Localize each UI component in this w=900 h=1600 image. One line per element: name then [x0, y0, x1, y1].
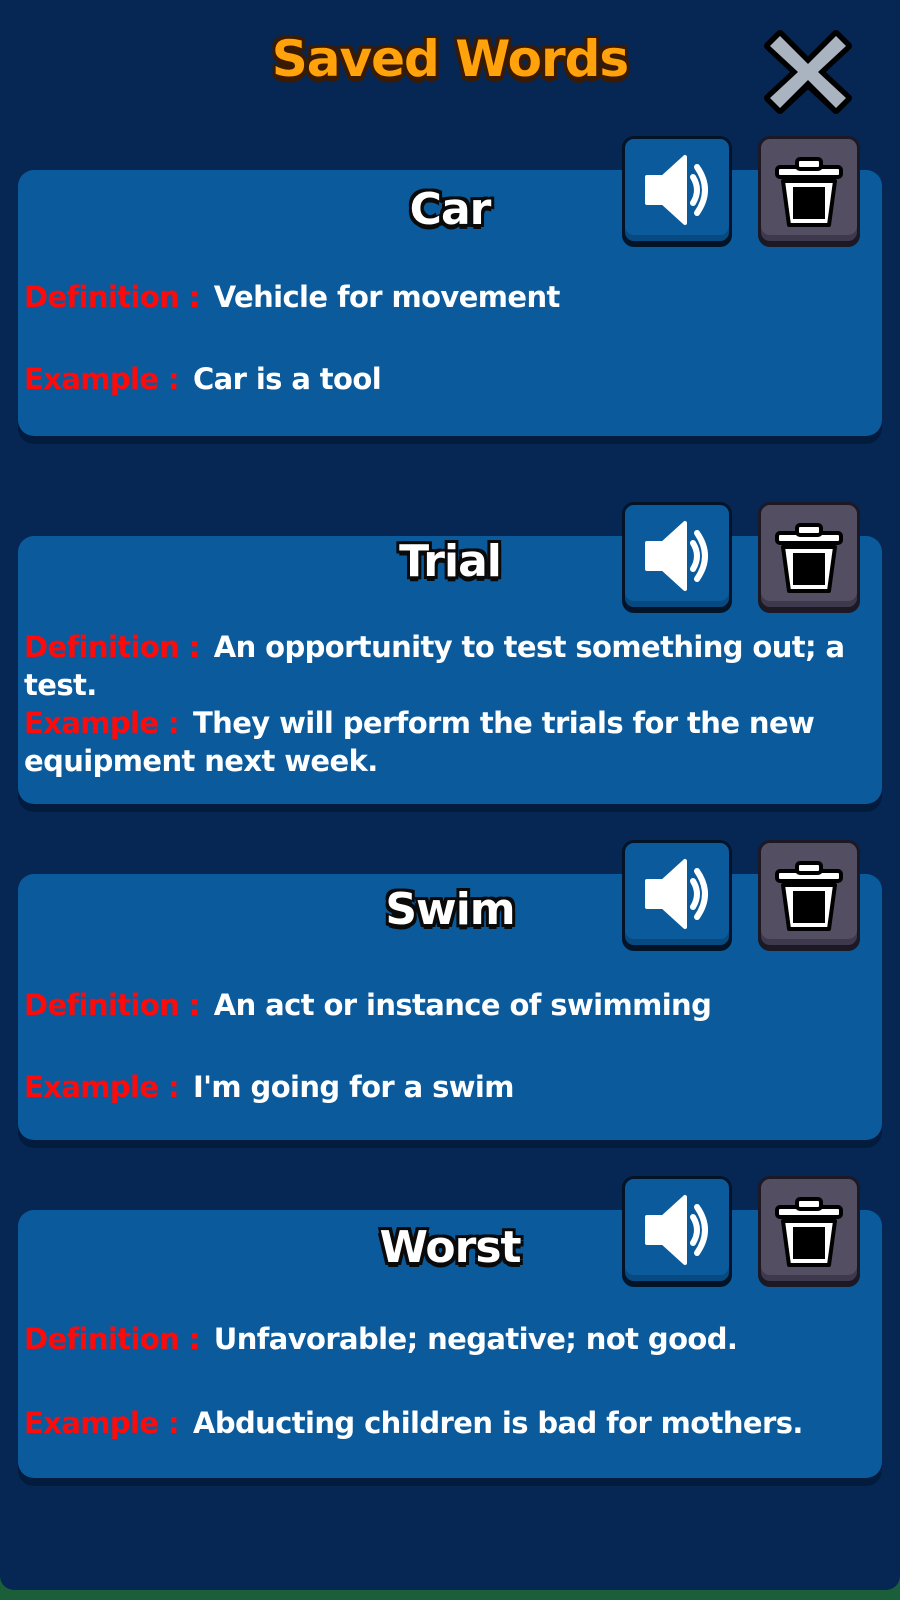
- trash-icon: [775, 157, 843, 227]
- speaker-icon: [645, 859, 708, 929]
- word-card: Swim Definition : An act or instance of s…: [18, 874, 882, 1140]
- word-card: Worst Definition : Unfavorable; negative;…: [18, 1210, 882, 1478]
- trash-icon: [775, 523, 843, 593]
- definition-label: Definition :: [24, 988, 200, 1022]
- close-button[interactable]: [760, 24, 856, 116]
- delete-button[interactable]: [758, 1176, 860, 1284]
- speak-button[interactable]: [622, 136, 732, 244]
- word-title: Trial: [399, 536, 502, 587]
- saved-words-screen: Saved Words Car Definition : Vehicle for …: [0, 0, 900, 1590]
- delete-button[interactable]: [758, 136, 860, 244]
- definition-text: Vehicle for movement: [213, 280, 561, 314]
- delete-button[interactable]: [758, 840, 860, 948]
- definition-row: Definition : An opportunity to test somet…: [24, 628, 874, 704]
- example-row: Example : Abducting children is bad for m…: [24, 1404, 874, 1442]
- speaker-icon: [645, 1195, 708, 1265]
- example-text: Abducting children is bad for mothers.: [192, 1406, 803, 1440]
- speak-button[interactable]: [622, 840, 732, 948]
- example-row: Example : Car is a tool: [24, 360, 874, 398]
- example-label: Example :: [24, 1070, 180, 1104]
- example-row: Example : They will perform the trials fo…: [24, 704, 874, 780]
- definition-label: Definition :: [24, 280, 200, 314]
- definition-label: Definition :: [24, 1322, 200, 1356]
- definition-label: Definition :: [24, 630, 200, 664]
- definition-row: Definition : Vehicle for movement: [24, 278, 874, 316]
- example-text: Car is a tool: [192, 362, 382, 396]
- word-title: Car: [409, 184, 492, 235]
- word-title: Swim: [385, 884, 515, 935]
- example-label: Example :: [24, 706, 180, 740]
- definition-row: Definition : An act or instance of swimmi…: [24, 986, 874, 1024]
- example-label: Example :: [24, 1406, 180, 1440]
- example-label: Example :: [24, 362, 180, 396]
- delete-button[interactable]: [758, 502, 860, 610]
- example-text: I'm going for a swim: [192, 1070, 515, 1104]
- speak-button[interactable]: [622, 502, 732, 610]
- speak-button[interactable]: [622, 1176, 732, 1284]
- word-card: Car Definition : Vehicle for movement Exa…: [18, 170, 882, 436]
- definition-row: Definition : Unfavorable; negative; not g…: [24, 1320, 874, 1358]
- trash-icon: [775, 861, 843, 931]
- definition-text: An act or instance of swimming: [213, 988, 712, 1022]
- speaker-icon: [645, 155, 708, 225]
- close-icon: [764, 30, 852, 114]
- definition-text: Unfavorable; negative; not good.: [213, 1322, 738, 1356]
- trash-icon: [775, 1197, 843, 1267]
- word-title: Worst: [379, 1222, 521, 1273]
- word-card: Trial Definition : An opportunity to test…: [18, 536, 882, 804]
- speaker-icon: [645, 521, 708, 591]
- example-row: Example : I'm going for a swim: [24, 1068, 874, 1106]
